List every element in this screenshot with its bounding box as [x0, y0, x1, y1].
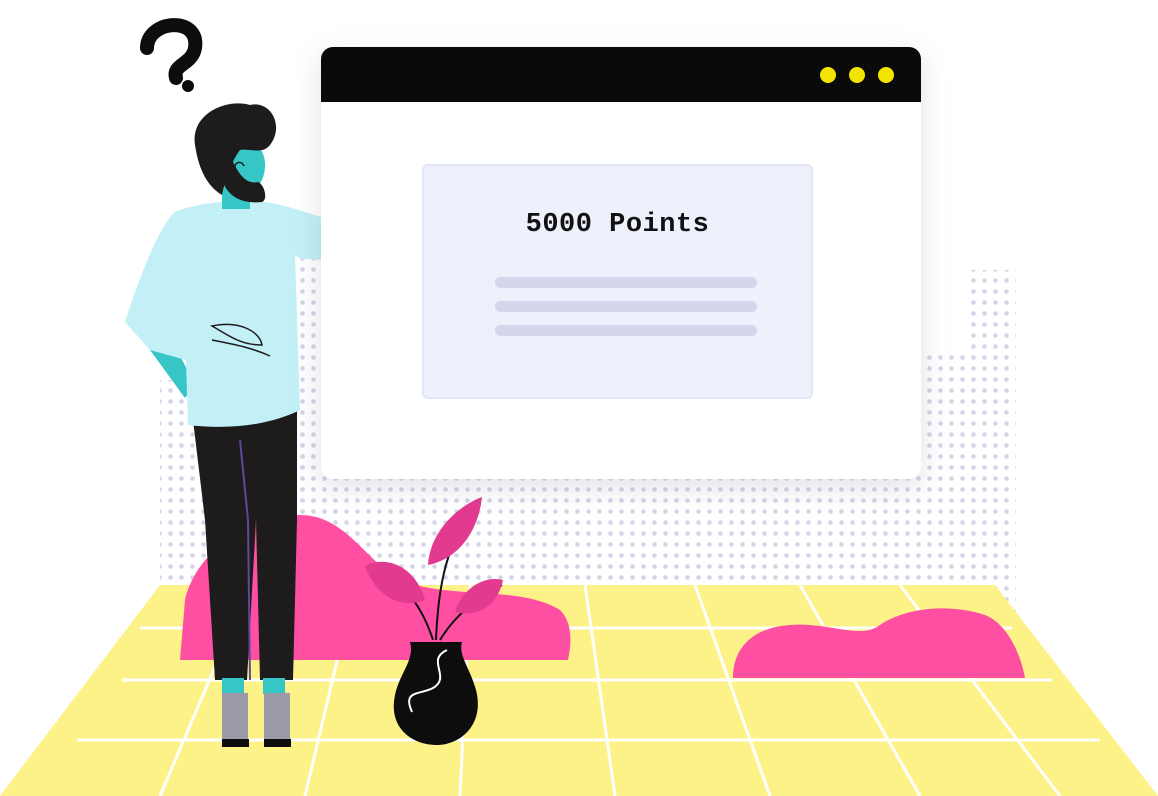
window-title-bar: [321, 47, 921, 102]
placeholder-line: [495, 301, 757, 312]
question-mark-icon: [140, 18, 203, 92]
points-title: 5000 Points: [525, 210, 710, 240]
window-dot-icon[interactable]: [878, 67, 894, 83]
placeholder-line: [495, 325, 757, 336]
browser-window: 5000 Points: [321, 47, 921, 479]
window-dot-icon[interactable]: [820, 67, 836, 83]
points-card: 5000 Points: [422, 164, 813, 399]
placeholder-line: [495, 277, 757, 288]
window-dot-icon[interactable]: [849, 67, 865, 83]
